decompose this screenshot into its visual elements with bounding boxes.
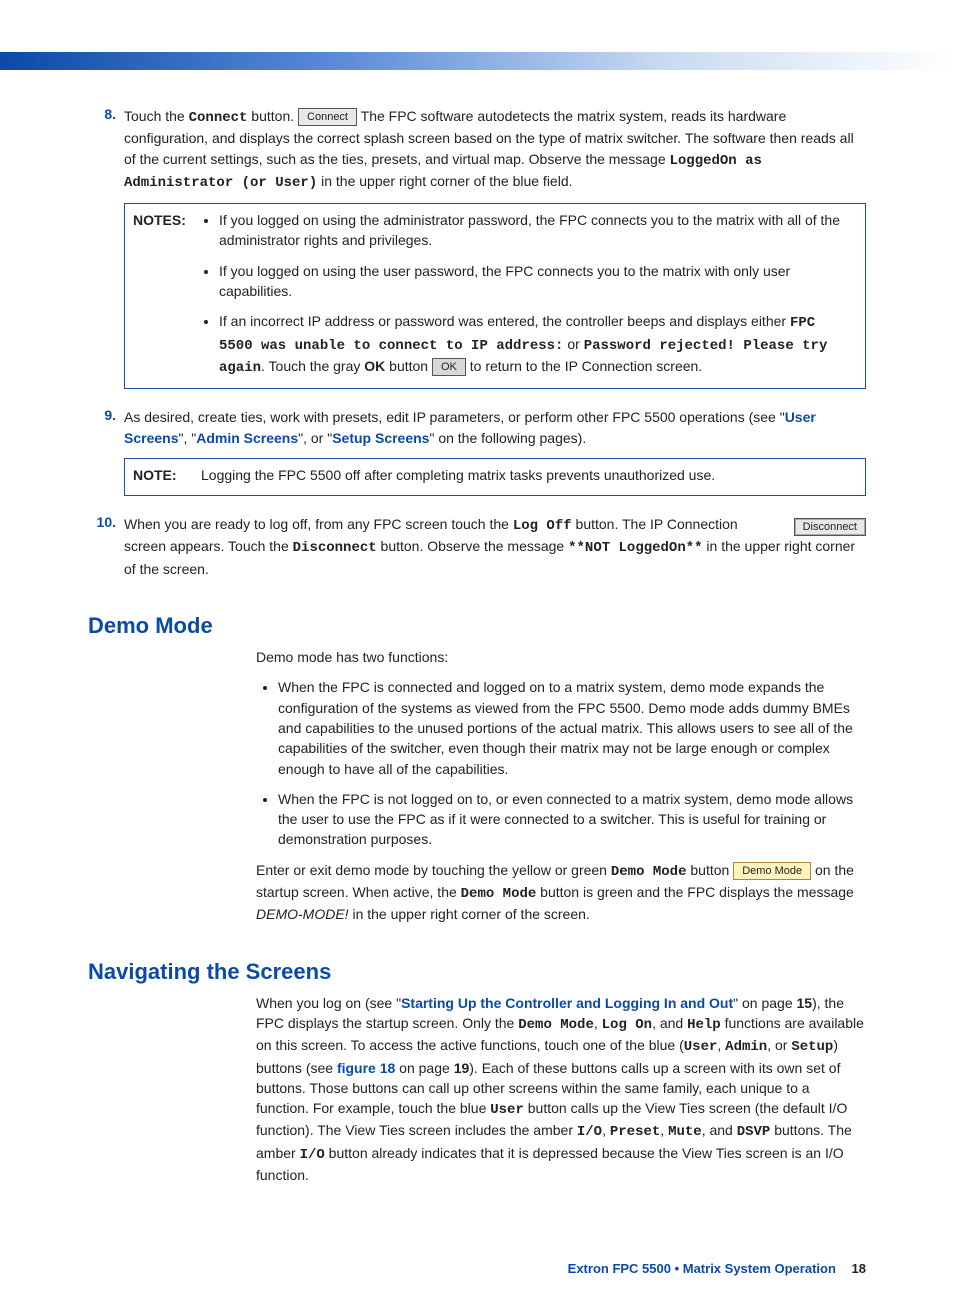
text: " on page xyxy=(733,995,796,1011)
note-box: NOTE: Logging the FPC 5500 off after com… xyxy=(124,458,866,496)
text: , xyxy=(717,1037,725,1053)
page-ref: 19 xyxy=(454,1060,470,1076)
text: . Touch the gray xyxy=(261,358,364,374)
disconnect-keyword: Disconnect xyxy=(293,540,377,556)
page-footer: Extron FPC 5500 • Matrix System Operatio… xyxy=(0,1225,954,1316)
demo-intro: Demo mode has two functions: xyxy=(256,647,866,667)
demo-mode-button-graphic: Demo Mode xyxy=(733,862,811,880)
kw-io: I/O xyxy=(577,1124,602,1140)
link-setup-screens[interactable]: Setup Screens xyxy=(332,430,429,446)
text: , and xyxy=(652,1015,687,1031)
demomode-keyword: Demo Mode xyxy=(611,864,687,880)
demo-bullet: When the FPC is not logged on to, or eve… xyxy=(278,789,866,850)
step-body: Touch the Connect button. Connect The FP… xyxy=(124,106,866,389)
footer-page-number: 18 xyxy=(852,1261,866,1276)
note-item: If you logged on using the user password… xyxy=(219,261,857,302)
text: , and xyxy=(702,1122,737,1138)
kw-demomode: Demo Mode xyxy=(518,1017,594,1033)
demo-mode-body: Demo mode has two functions: When the FP… xyxy=(256,647,866,925)
text: Touch the xyxy=(124,108,189,124)
notes-content: If you logged on using the administrator… xyxy=(201,210,857,378)
kw-setup: Setup xyxy=(791,1039,833,1055)
note-item: If an incorrect IP address or password w… xyxy=(219,311,857,378)
kw-io2: I/O xyxy=(300,1147,325,1163)
kw-dsvp: DSVP xyxy=(737,1124,771,1140)
link-admin-screens[interactable]: Admin Screens xyxy=(196,430,298,446)
heading-navigating: Navigating the Screens xyxy=(88,959,866,985)
text: in the upper right corner of the screen. xyxy=(349,906,590,922)
header-accent-bar xyxy=(0,52,954,70)
navigating-body: When you log on (see "Starting Up the Co… xyxy=(256,993,866,1186)
text: As desired, create ties, work with prese… xyxy=(124,409,785,425)
demo-mode-msg: DEMO-MODE! xyxy=(256,906,349,922)
step-9: 9. As desired, create ties, work with pr… xyxy=(88,407,866,496)
link-starting-up[interactable]: Starting Up the Controller and Logging I… xyxy=(401,995,733,1011)
kw-user2: User xyxy=(490,1102,524,1118)
step-number: 9. xyxy=(88,407,124,496)
kw-mute: Mute xyxy=(668,1124,702,1140)
page-ref: 15 xyxy=(797,995,813,1011)
text: ", " xyxy=(178,430,196,446)
kw-preset: Preset xyxy=(610,1124,660,1140)
text: or xyxy=(563,336,583,352)
text: button is green and the FPC displays the… xyxy=(536,884,854,900)
step-number: 10. xyxy=(88,514,124,579)
text: ", or " xyxy=(298,430,332,446)
text: button. xyxy=(247,108,298,124)
text: When you log on (see " xyxy=(256,995,401,1011)
note-label: NOTE: xyxy=(133,465,201,485)
text: on page xyxy=(395,1060,453,1076)
step-body: Disconnect When you are ready to log off… xyxy=(124,514,866,579)
step-10: 10. Disconnect When you are ready to log… xyxy=(88,514,866,579)
note-item: If you logged on using the administrator… xyxy=(219,210,857,251)
note-text: Logging the FPC 5500 off after completin… xyxy=(201,465,857,485)
text: button already indicates that it is depr… xyxy=(256,1145,844,1183)
ok-word: OK xyxy=(364,358,385,374)
demo-bullet: When the FPC is connected and logged on … xyxy=(278,677,866,778)
text: button xyxy=(385,358,432,374)
heading-demo-mode: Demo Mode xyxy=(88,613,866,639)
ok-button-graphic: OK xyxy=(432,358,466,376)
notes-label: NOTES: xyxy=(133,210,201,378)
text: to return to the IP Connection screen. xyxy=(466,358,702,374)
text: in the upper right corner of the blue fi… xyxy=(317,173,572,189)
text: button. Observe the message xyxy=(377,538,568,554)
text: , or xyxy=(767,1037,791,1053)
step-number: 8. xyxy=(88,106,124,389)
logoff-keyword: Log Off xyxy=(513,518,572,534)
text: " on the following pages). xyxy=(429,430,586,446)
link-figure-18[interactable]: figure 18 xyxy=(337,1060,395,1076)
text: Enter or exit demo mode by touching the … xyxy=(256,862,611,878)
text: , xyxy=(594,1015,602,1031)
kw-logon: Log On xyxy=(602,1017,652,1033)
page-content: 8. Touch the Connect button. Connect The… xyxy=(0,106,954,1225)
demo-paragraph: Enter or exit demo mode by touching the … xyxy=(256,860,866,925)
connect-keyword: Connect xyxy=(189,110,248,126)
connect-button-graphic: Connect xyxy=(298,108,357,126)
text: If an incorrect IP address or password w… xyxy=(219,313,790,329)
kw-help: Help xyxy=(687,1017,721,1033)
demomode-keyword: Demo Mode xyxy=(461,886,537,902)
text: When you are ready to log off, from any … xyxy=(124,516,513,532)
step-body: As desired, create ties, work with prese… xyxy=(124,407,866,496)
text: , xyxy=(602,1122,610,1138)
notloggedon-msg: **NOT LoggedOn** xyxy=(568,540,702,556)
text: button xyxy=(687,862,734,878)
notes-box: NOTES: If you logged on using the admini… xyxy=(124,203,866,389)
step-8: 8. Touch the Connect button. Connect The… xyxy=(88,106,866,389)
disconnect-button-graphic: Disconnect xyxy=(794,518,866,536)
kw-user: User xyxy=(684,1039,718,1055)
text: , xyxy=(660,1122,668,1138)
kw-admin: Admin xyxy=(725,1039,767,1055)
footer-title: Extron FPC 5500 • Matrix System Operatio… xyxy=(568,1261,836,1276)
